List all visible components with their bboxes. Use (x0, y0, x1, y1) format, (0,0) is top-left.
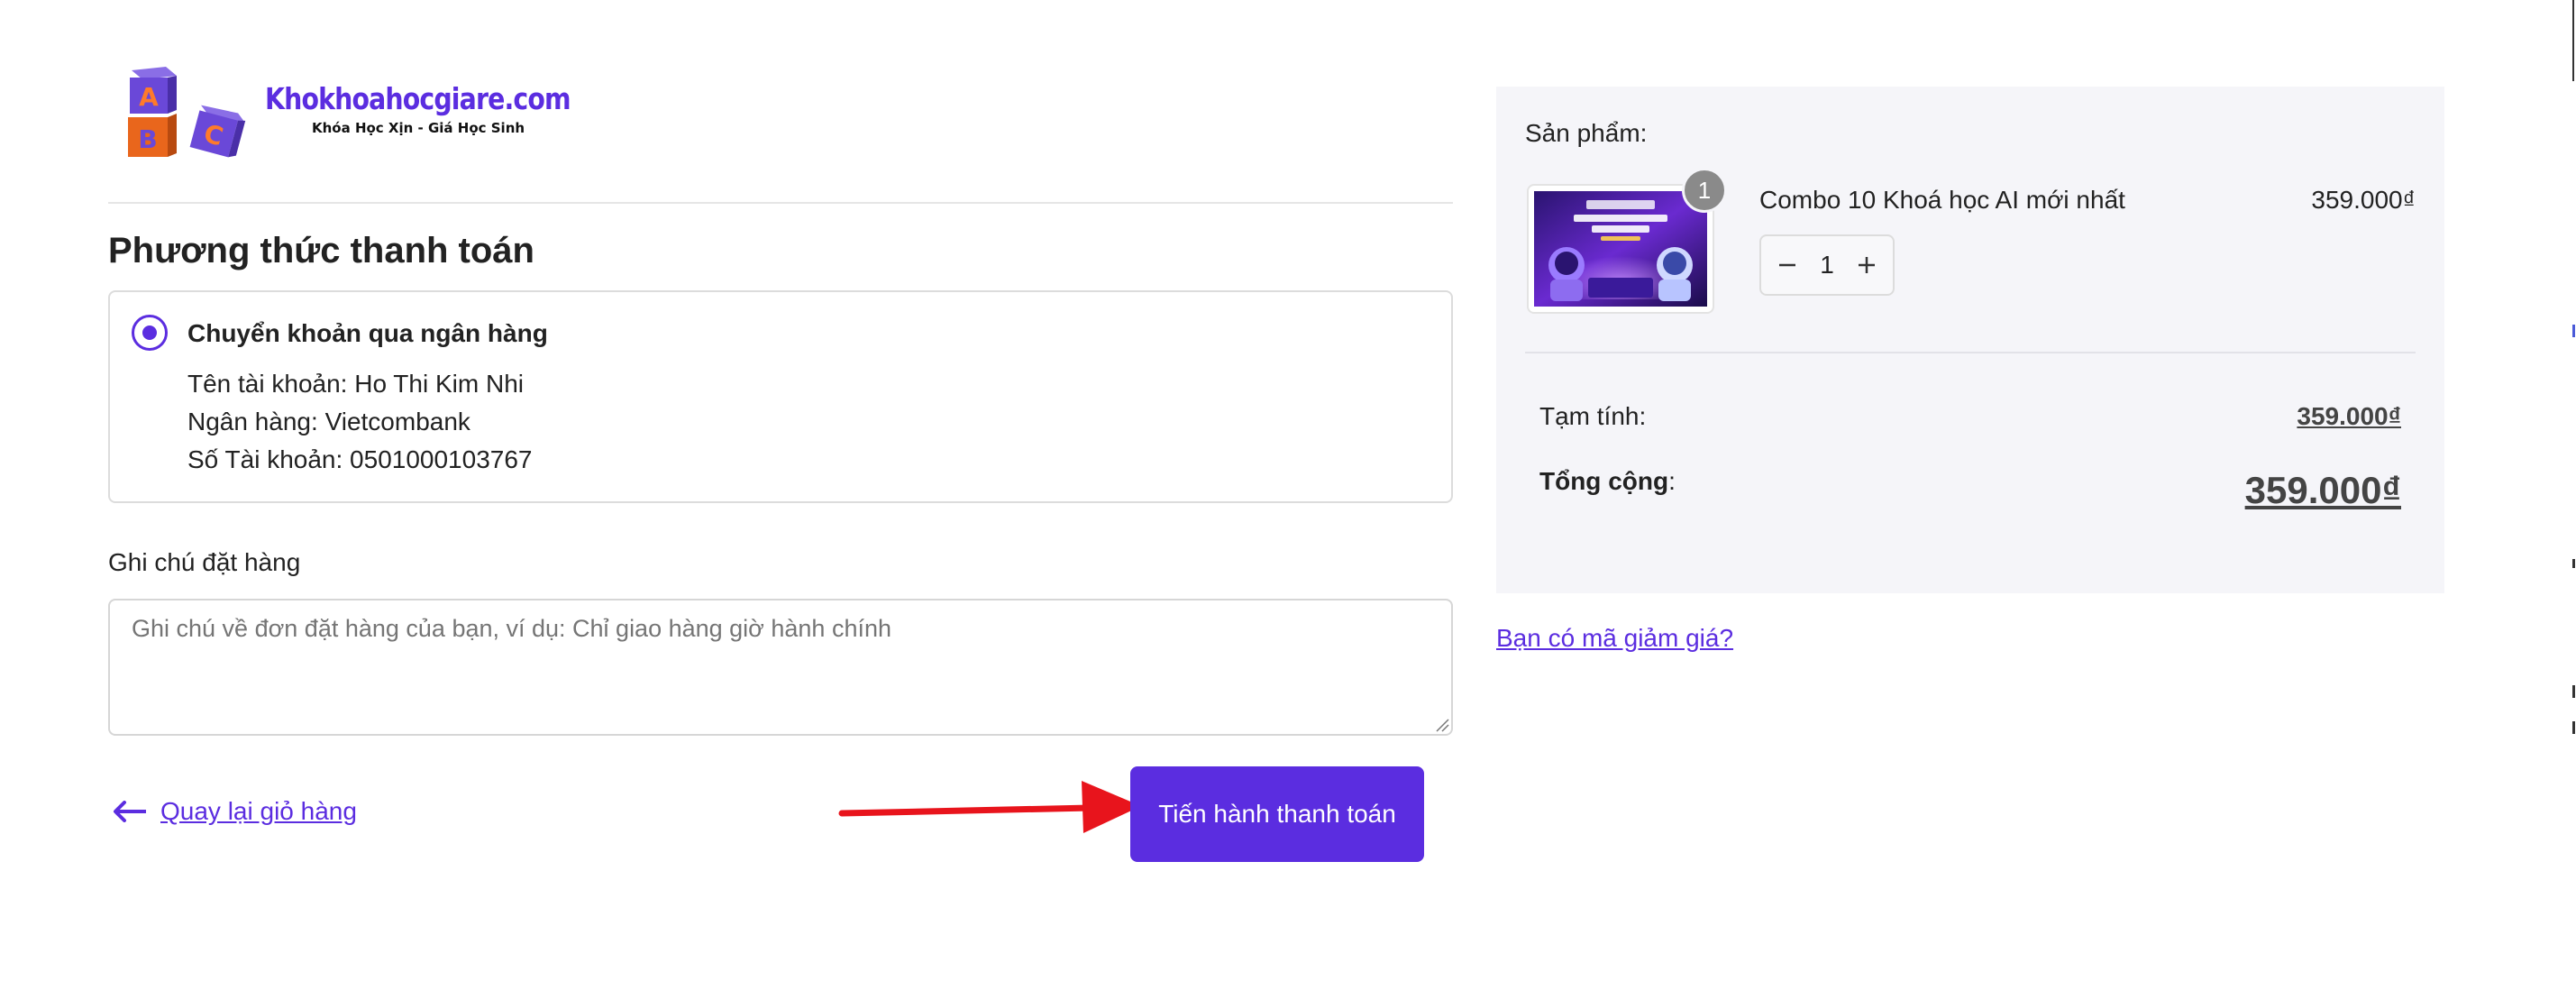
account-name-text: Tên tài khoản: Ho Thi Kim Nhi (187, 370, 524, 398)
product-price: 359.000₫ (2311, 186, 2416, 214)
block-letter-b: B (138, 124, 157, 154)
block-letter-a: A (139, 82, 159, 112)
logo-tagline: Khóa Học Xịn - Giá Học Sinh (312, 120, 525, 136)
quantity-value[interactable]: 1 (1820, 251, 1834, 280)
product-name: Combo 10 Khoá học AI mới nhất (1759, 186, 2125, 214)
order-note-input[interactable] (108, 599, 1453, 736)
plus-icon[interactable] (1853, 252, 1880, 279)
total-value: 359.000₫ (2244, 469, 2401, 511)
bank-name-text: Ngân hàng: Vietcombank (187, 408, 470, 435)
products-heading: Sản phẩm: (1525, 119, 1648, 147)
total-label-colon: : (1668, 467, 1676, 495)
annotation-arrow-icon (838, 781, 1141, 833)
edge-marks (2572, 0, 2575, 734)
total-label-text: Tổng cộng (1539, 467, 1669, 495)
proceed-to-payment-button[interactable]: Tiến hành thanh toán (1130, 766, 1424, 862)
quantity-badge: 1 (1682, 168, 1727, 213)
payment-method-title: Phương thức thanh toán (108, 231, 534, 270)
abc-blocks-logo-icon: A B C (128, 67, 246, 158)
arrow-left-icon (114, 801, 146, 822)
subtotal-value: 359.000₫ (2297, 402, 2401, 430)
product-image (1534, 191, 1707, 307)
payment-method-label: Chuyển khoản qua ngân hàng (187, 319, 548, 347)
summary-divider (1525, 352, 2416, 353)
subtotal-label: Tạm tính: (1539, 402, 1647, 430)
account-number-text: Số Tài khoản: 0501000103767 (187, 445, 533, 473)
logo-brand-text: Khokhoahocgiare.com (265, 81, 571, 116)
header-divider (108, 202, 1453, 204)
order-note-label: Ghi chú đặt hàng (108, 548, 301, 576)
back-to-cart-link[interactable]: Quay lại giỏ hàng (112, 797, 357, 826)
quantity-stepper[interactable]: 1 (1759, 234, 1895, 296)
back-to-cart-label: Quay lại giỏ hàng (160, 797, 357, 825)
minus-icon[interactable] (1774, 252, 1801, 279)
total-label: Tổng cộng: (1539, 467, 1676, 496)
order-summary-panel: Sản phẩm: 1 Combo 10 Khoá học AI mới nhấ… (1496, 87, 2444, 593)
payment-method-option[interactable]: Chuyển khoản qua ngân hàng Tên tài khoản… (108, 290, 1453, 503)
coupon-link[interactable]: Bạn có mã giảm giá? (1496, 624, 1733, 653)
resize-grip-icon[interactable] (1435, 718, 1449, 732)
site-logo[interactable]: A B C Khokhoahocgiare.com Khóa Học Xịn -… (123, 63, 571, 164)
radio-selected-icon[interactable] (132, 315, 168, 351)
